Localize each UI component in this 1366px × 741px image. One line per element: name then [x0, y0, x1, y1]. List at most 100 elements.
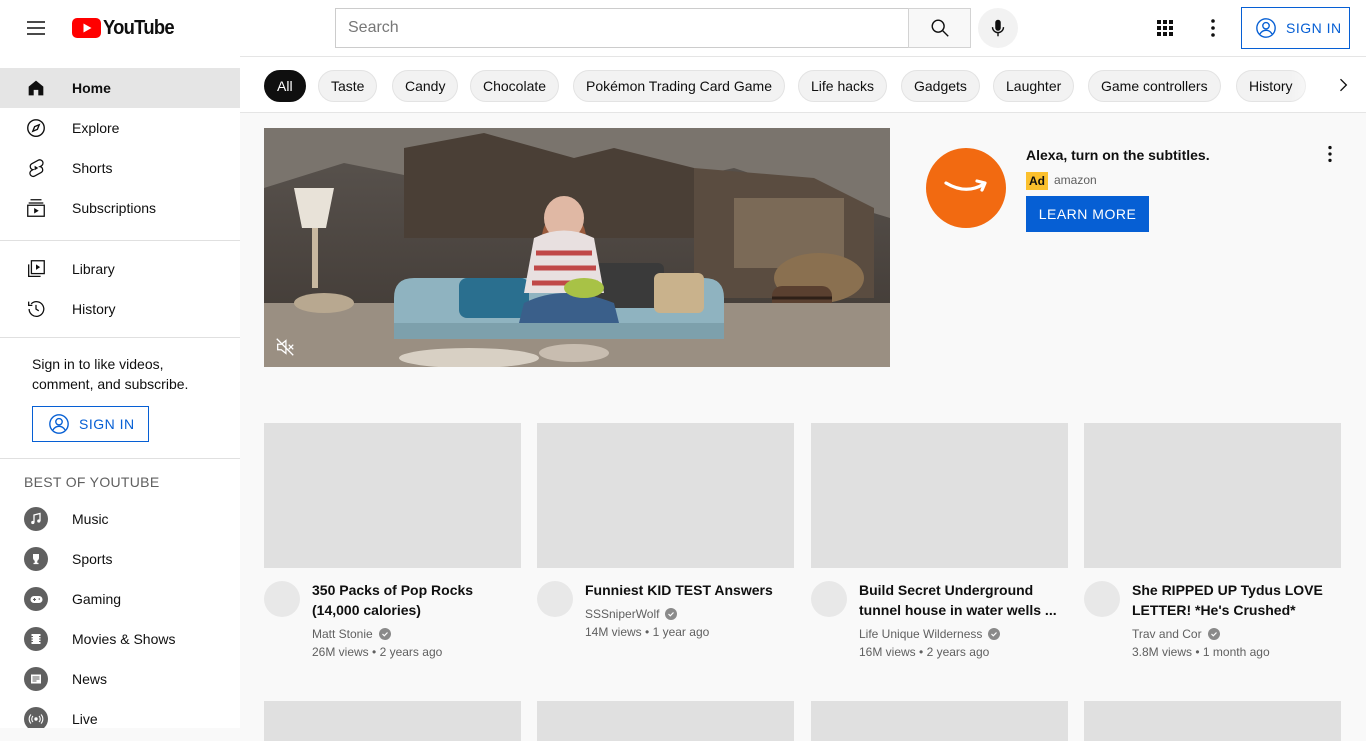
search-input[interactable]	[335, 8, 908, 48]
sign-in-button[interactable]: SIGN IN	[1241, 7, 1350, 49]
amazon-smile-icon	[944, 179, 987, 192]
video-card[interactable]: Funniest KID TEST Answers SSSniperWolf 1…	[537, 423, 794, 663]
sidebar: Home Explore Shorts Subscriptions Librar…	[0, 56, 240, 728]
channel-name[interactable]: SSSniperWolf	[585, 607, 659, 621]
account-icon	[49, 414, 69, 434]
section-heading: BEST OF YOUTUBE	[24, 474, 160, 490]
sidebar-divider	[0, 240, 240, 241]
channel-name[interactable]: Matt Stonie	[312, 627, 373, 641]
ad-more-button[interactable]	[1318, 142, 1342, 166]
sidebar-item-gaming[interactable]: Gaming	[0, 579, 240, 619]
chip-bar: All Taste Candy Chocolate Pokémon Tradin…	[240, 56, 1366, 113]
sidebar-item-label: Movies & Shows	[72, 631, 176, 647]
upload-age: 2 years ago	[926, 645, 990, 659]
menu-button[interactable]	[16, 8, 56, 48]
sidebar-item-label: History	[72, 301, 116, 317]
sign-in-label: SIGN IN	[79, 416, 135, 432]
video-thumbnail[interactable]	[1084, 423, 1341, 568]
sidebar-divider	[0, 337, 240, 338]
sidebar-item-explore[interactable]: Explore	[0, 108, 240, 148]
music-icon	[24, 507, 48, 531]
chip-taste[interactable]: Taste	[318, 70, 378, 102]
learn-more-button[interactable]: LEARN MORE	[1026, 196, 1149, 232]
apps-grid-icon	[1157, 20, 1173, 36]
sidebar-item-label: Library	[72, 261, 115, 277]
meta-separator: •	[645, 625, 650, 639]
chip-game-controllers[interactable]: Game controllers	[1088, 70, 1221, 102]
video-title[interactable]: 350 Packs of Pop Rocks (14,000 calories)	[312, 580, 512, 620]
chip-chocolate[interactable]: Chocolate	[470, 70, 560, 102]
channel-name-row: SSSniperWolf	[585, 607, 678, 621]
account-icon	[1256, 18, 1276, 38]
sidebar-item-label: Music	[72, 511, 109, 527]
view-count: 16M views	[859, 645, 916, 659]
video-title[interactable]: Build Secret Underground tunnel house in…	[859, 580, 1059, 620]
sidebar-item-label: Home	[72, 80, 111, 96]
sidebar-item-shorts[interactable]: Shorts	[0, 148, 240, 188]
chip-gadgets[interactable]: Gadgets	[901, 70, 980, 102]
library-icon	[24, 257, 48, 281]
sidebar-item-live[interactable]: Live	[0, 699, 240, 728]
video-thumbnail[interactable]	[537, 423, 794, 568]
sidebar-item-library[interactable]: Library	[0, 249, 240, 289]
sidebar-item-label: Sports	[72, 551, 113, 567]
meta-separator: •	[372, 645, 377, 659]
video-thumbnail[interactable]	[1084, 701, 1341, 741]
video-thumbnail[interactable]	[537, 701, 794, 741]
ad-title[interactable]: Alexa, turn on the subtitles.	[1026, 147, 1210, 163]
sidebar-item-sports[interactable]: Sports	[0, 539, 240, 579]
youtube-logo[interactable]: YouTube	[72, 17, 180, 39]
movies-icon	[24, 627, 48, 651]
video-title[interactable]: Funniest KID TEST Answers	[585, 580, 785, 600]
channel-name-row: Life Unique Wilderness	[859, 627, 1001, 641]
sidebar-item-home[interactable]: Home	[0, 68, 240, 108]
ad-advertiser: amazon	[1054, 173, 1097, 187]
ad-video-player[interactable]	[264, 128, 890, 367]
sidebar-sign-in-button[interactable]: SIGN IN	[32, 406, 149, 442]
video-thumbnail[interactable]	[264, 423, 521, 568]
sidebar-item-movies-shows[interactable]: Movies & Shows	[0, 619, 240, 659]
chip-life-hacks[interactable]: Life hacks	[798, 70, 888, 102]
chips-next-button[interactable]	[1323, 65, 1363, 105]
channel-avatar[interactable]	[1084, 581, 1120, 617]
video-title[interactable]: She RIPPED UP Tydus LOVE LETTER! *He's C…	[1132, 580, 1332, 620]
mute-icon[interactable]	[274, 336, 296, 358]
video-thumbnail[interactable]	[264, 701, 521, 741]
channel-avatar[interactable]	[811, 581, 847, 617]
view-count: 3.8M views	[1132, 645, 1193, 659]
sidebar-item-news[interactable]: News	[0, 659, 240, 699]
sidebar-item-music[interactable]: Music	[0, 499, 240, 539]
channel-avatar[interactable]	[264, 581, 300, 617]
sign-in-label: SIGN IN	[1286, 20, 1342, 36]
sidebar-item-label: News	[72, 671, 108, 687]
sidebar-item-subscriptions[interactable]: Subscriptions	[0, 188, 240, 228]
search-button[interactable]	[908, 8, 971, 48]
history-icon	[24, 297, 48, 321]
video-thumbnail[interactable]	[811, 701, 1068, 741]
more-vert-icon	[1328, 145, 1332, 163]
video-thumbnail[interactable]	[811, 423, 1068, 568]
apps-button[interactable]	[1145, 8, 1185, 48]
search-icon	[931, 19, 949, 37]
upload-age: 1 year ago	[652, 625, 710, 639]
channel-name[interactable]: Life Unique Wilderness	[859, 627, 982, 641]
shorts-icon	[24, 156, 48, 180]
channel-name[interactable]: Trav and Cor	[1132, 627, 1202, 641]
chip-laughter[interactable]: Laughter	[993, 70, 1075, 102]
video-card[interactable]: Build Secret Underground tunnel house in…	[811, 423, 1068, 663]
news-icon	[24, 667, 48, 691]
advertiser-logo[interactable]	[926, 148, 1006, 228]
settings-more-button[interactable]	[1193, 8, 1233, 48]
channel-name-row: Matt Stonie	[312, 627, 391, 641]
chip-all[interactable]: All	[264, 70, 306, 102]
channel-avatar[interactable]	[537, 581, 573, 617]
voice-search-button[interactable]	[978, 8, 1018, 48]
video-card[interactable]: She RIPPED UP Tydus LOVE LETTER! *He's C…	[1084, 423, 1341, 663]
video-card[interactable]: 350 Packs of Pop Rocks (14,000 calories)…	[264, 423, 521, 663]
upload-age: 2 years ago	[379, 645, 443, 659]
sidebar-item-label: Gaming	[72, 591, 122, 607]
more-vert-icon	[1211, 19, 1215, 37]
chip-pokemon-tcg[interactable]: Pokémon Trading Card Game	[573, 70, 785, 102]
chip-candy[interactable]: Candy	[392, 70, 459, 102]
sidebar-item-history[interactable]: History	[0, 289, 240, 329]
